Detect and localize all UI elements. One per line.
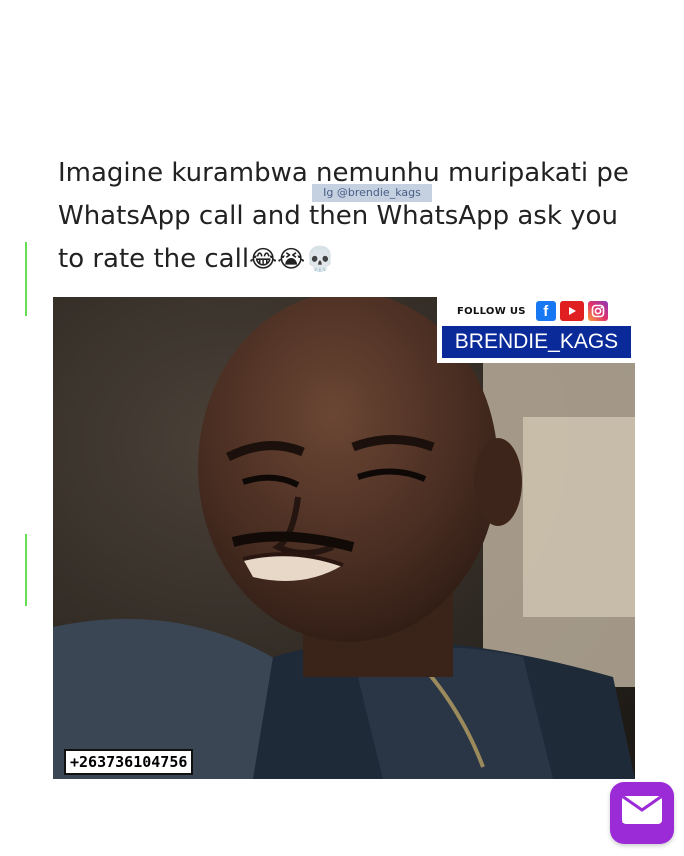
phone-number: +263736104756 xyxy=(64,749,194,775)
social-handle: BRENDIE_KAGS xyxy=(442,326,631,358)
instagram-watermark: Ig @brendie_kags xyxy=(312,184,432,202)
caption: Imagine kurambwa nemunhu muripakati pe W… xyxy=(58,152,648,281)
edge-marker-bottom xyxy=(25,534,27,606)
follow-row: FOLLOW US f xyxy=(457,301,608,321)
caption-text: Imagine kurambwa nemunhu muripakati pe W… xyxy=(58,158,629,274)
facebook-icon: f xyxy=(535,301,556,321)
memes-badge-label: MEMES xyxy=(621,814,663,826)
follow-us-box: FOLLOW US f BRENDIE_KAGS xyxy=(437,297,635,363)
caption-emojis: 😂😭💀 xyxy=(249,245,336,273)
edge-marker-top xyxy=(25,242,27,316)
instagram-icon xyxy=(587,301,608,321)
meme-photo-illustration xyxy=(53,297,635,779)
meme-photo xyxy=(53,297,635,779)
follow-us-label: FOLLOW US xyxy=(457,305,526,317)
memes-app-badge[interactable]: MEMES xyxy=(610,782,674,844)
youtube-icon xyxy=(559,301,584,321)
